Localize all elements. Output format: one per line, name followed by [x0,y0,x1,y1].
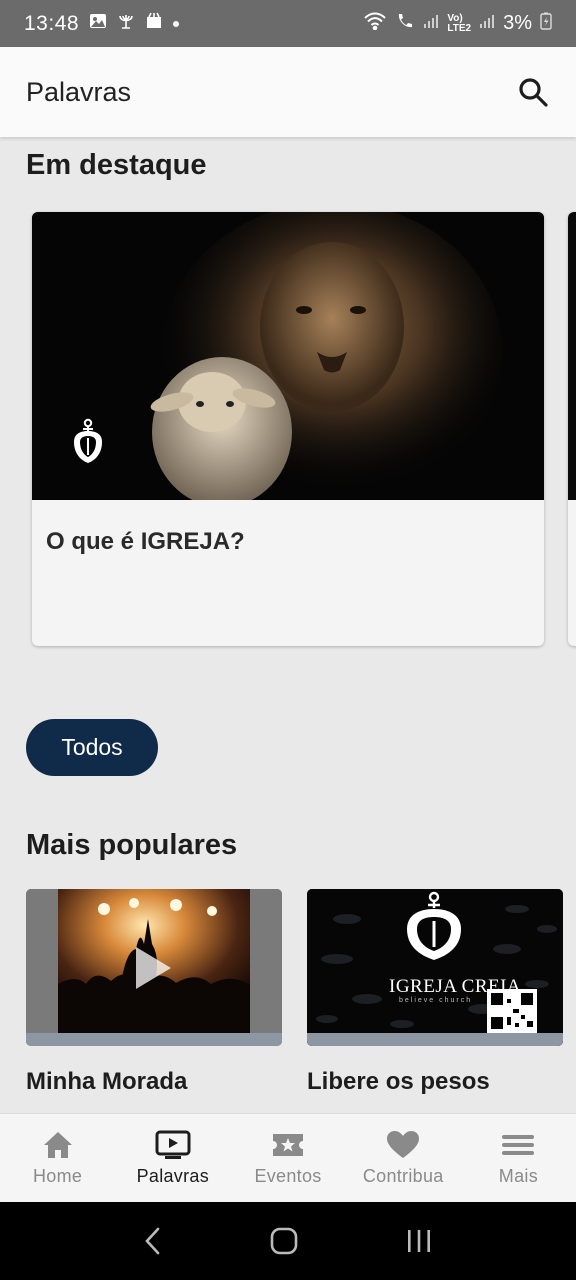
nav-item-palavras[interactable]: Palavras [115,1114,230,1202]
filter-chip-todos[interactable]: Todos [26,719,158,776]
status-time: 13:48 [24,11,80,35]
menorah-icon [117,12,135,36]
nav-item-contribua[interactable]: Contribua [346,1114,461,1202]
status-dot-icon [173,20,180,27]
featured-thumbnail [32,212,544,500]
signal-2-icon [479,13,495,34]
church-subtitle-logo: believe church [399,997,473,1004]
nav-item-mais[interactable]: Mais [461,1114,576,1202]
menu-icon [502,1134,535,1155]
church-name-logo: IGREJA CREIA [389,976,522,997]
signal-icon [423,13,439,34]
battery-level: 3% [503,12,532,34]
page-title: Palavras [26,76,132,107]
featured-card-title: O que é IGREJA? [46,528,245,555]
recents-icon[interactable] [405,1228,433,1254]
main-content: Em destaque O que é IGREJA? Todos Mais p… [0,137,576,1113]
featured-heading: Em destaque [26,149,207,181]
home-button-icon[interactable] [270,1227,298,1255]
popular-item-libere-os-pesos[interactable]: IGREJA CREIA believe church Libere os pe… [307,889,563,1096]
nav-label: Home [32,1165,83,1186]
search-button[interactable] [516,75,550,109]
popular-thumbnail: IGREJA CREIA believe church [307,889,563,1046]
bottom-nav: Home Palavras Eventos Contribua Mais [0,1113,576,1202]
app-bar: Palavras [0,47,576,137]
search-icon [519,78,548,107]
nav-label: Palavras [136,1165,210,1186]
popular-item-title: Minha Morada [26,1068,188,1095]
status-bar: 13:48 Vo) LTE2 3% [0,0,576,47]
nav-label: Contribua [362,1165,444,1186]
nav-item-home[interactable]: Home [0,1114,115,1202]
wifi-icon [363,12,387,35]
nav-label: Eventos [254,1165,322,1186]
battery-icon [540,12,552,35]
system-nav-bar [0,1202,576,1280]
featured-card-next[interactable] [568,212,576,646]
featured-card[interactable]: O que é IGREJA? [32,212,544,646]
nav-item-eventos[interactable]: Eventos [230,1114,345,1202]
popular-item-minha-morada[interactable]: Minha Morada [26,889,282,1096]
popular-heading: Mais populares [26,829,238,861]
ticket-icon [273,1133,303,1156]
heart-icon [387,1130,420,1158]
back-icon[interactable] [143,1226,163,1256]
nav-label: Mais [498,1165,539,1186]
popular-item-title: Libere os pesos [307,1068,490,1095]
church-logo-icon [74,418,102,463]
volte-icon: Vo) LTE2 [447,12,472,34]
home-icon [43,1131,72,1158]
call-icon [395,12,415,35]
notification-icon [145,12,163,36]
video-icon [155,1130,191,1159]
popular-thumbnail [26,889,282,1046]
gallery-icon [89,12,107,35]
